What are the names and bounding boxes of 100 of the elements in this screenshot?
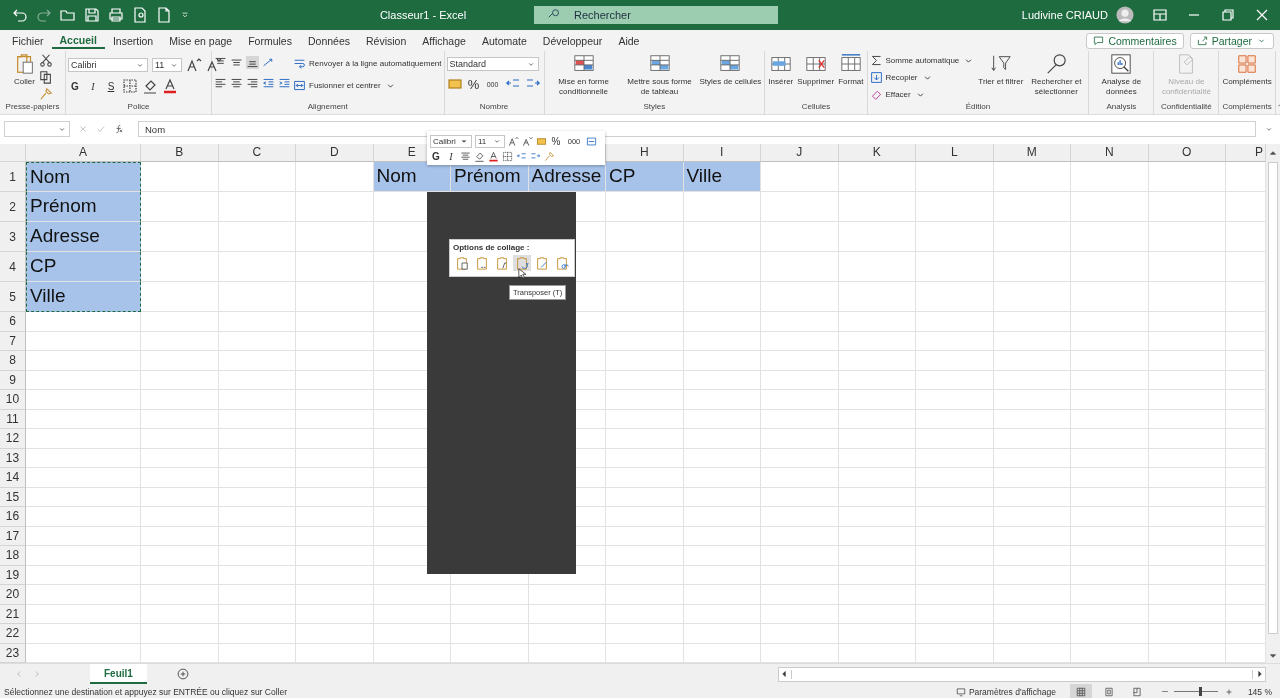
grid-cell[interactable] <box>761 507 839 527</box>
grid-cell[interactable] <box>296 546 374 566</box>
font-color-icon[interactable] <box>162 78 178 94</box>
font-size-field[interactable]: 11 <box>475 134 505 148</box>
grid-cell[interactable] <box>218 429 296 449</box>
style-button[interactable]: I <box>86 80 100 92</box>
normal-view-button[interactable] <box>1069 684 1092 698</box>
scissors-icon[interactable] <box>38 53 53 67</box>
borders-icon[interactable] <box>502 150 513 162</box>
grid-cell[interactable] <box>296 312 374 332</box>
grid-cell[interactable] <box>838 429 916 449</box>
scroll-up-icon[interactable] <box>1268 148 1278 158</box>
row-header[interactable]: 6 <box>0 312 26 332</box>
grid-cell[interactable] <box>141 585 219 605</box>
grid-cell[interactable] <box>26 604 141 624</box>
grid-cell[interactable] <box>916 546 994 566</box>
customize-caret-icon[interactable] <box>180 10 190 20</box>
grid-cell[interactable] <box>761 409 839 429</box>
borders-icon[interactable] <box>122 78 138 94</box>
grid-cell[interactable] <box>761 585 839 605</box>
ribbon-tab[interactable]: Fichier <box>4 32 52 49</box>
grid-cell[interactable] <box>296 162 374 192</box>
merge-cells-icon[interactable] <box>586 135 597 147</box>
grid-cell[interactable] <box>761 312 839 332</box>
grid-cell[interactable] <box>993 222 1071 252</box>
name-box[interactable] <box>4 121 70 137</box>
grid-cell[interactable] <box>1071 585 1149 605</box>
grid-cell[interactable] <box>373 624 451 644</box>
scroll-down-icon[interactable] <box>1268 651 1278 661</box>
grid-cell[interactable] <box>141 282 219 312</box>
fill-bucket-icon[interactable] <box>474 150 485 162</box>
grid-cell[interactable] <box>606 192 684 222</box>
grid-cell[interactable] <box>296 448 374 468</box>
scroll-thumb[interactable] <box>1268 162 1278 634</box>
grid-cell[interactable] <box>993 331 1071 351</box>
grid-cell[interactable] <box>993 448 1071 468</box>
grid-cell[interactable] <box>141 390 219 410</box>
decrease-decimal-icon[interactable] <box>516 150 527 162</box>
grid-cell[interactable] <box>838 585 916 605</box>
grid-cell[interactable] <box>296 604 374 624</box>
grid-cell[interactable] <box>606 331 684 351</box>
grid-cell[interactable] <box>761 162 839 192</box>
grid-cell[interactable] <box>451 604 529 624</box>
increase-indent-icon[interactable] <box>278 77 291 90</box>
grid-cell[interactable] <box>218 331 296 351</box>
grid-cell[interactable] <box>141 252 219 282</box>
grid-cell[interactable] <box>761 252 839 282</box>
percent-button[interactable]: % <box>550 135 562 147</box>
grid-cell[interactable] <box>1148 351 1226 371</box>
align-center-icon[interactable] <box>230 77 243 90</box>
check-icon[interactable] <box>96 124 106 134</box>
grid-cell[interactable] <box>683 409 761 429</box>
grid-cell[interactable] <box>993 546 1071 566</box>
grid-cell[interactable] <box>26 331 141 351</box>
grid-cell[interactable] <box>761 487 839 507</box>
grid-cell[interactable] <box>606 282 684 312</box>
grid-cell[interactable] <box>1148 222 1226 252</box>
paste-option-button[interactable] <box>513 255 531 271</box>
grid-cell[interactable] <box>683 331 761 351</box>
grid-cell[interactable] <box>916 448 994 468</box>
grid-cell[interactable] <box>218 565 296 585</box>
grid-cell[interactable] <box>528 604 606 624</box>
row-header[interactable]: 4 <box>0 252 26 282</box>
grid-cell[interactable] <box>141 604 219 624</box>
row-header[interactable]: 20 <box>0 585 26 605</box>
number-format-field[interactable]: Standard <box>446 57 539 71</box>
font-color-icon[interactable] <box>488 150 499 162</box>
grid-cell[interactable] <box>683 604 761 624</box>
accounting-icon[interactable] <box>446 76 463 92</box>
grid-cell[interactable] <box>683 351 761 371</box>
grid-cell[interactable] <box>26 409 141 429</box>
font-field[interactable]: Calibri <box>68 58 148 72</box>
grid-cell[interactable] <box>683 252 761 282</box>
grid-cell[interactable] <box>916 312 994 332</box>
row-header[interactable]: 12 <box>0 429 26 449</box>
grid-cell[interactable] <box>141 312 219 332</box>
grid-cell[interactable] <box>916 585 994 605</box>
grid-cell[interactable] <box>1071 409 1149 429</box>
grid-cell[interactable] <box>218 312 296 332</box>
grid-cell[interactable] <box>683 507 761 527</box>
grid-cell[interactable] <box>26 448 141 468</box>
grid-cell[interactable] <box>26 429 141 449</box>
grid-cell[interactable] <box>1071 282 1149 312</box>
grid-cell[interactable] <box>1148 252 1226 282</box>
grid-cell[interactable] <box>761 526 839 546</box>
grid-cell[interactable] <box>838 546 916 566</box>
grid-cell[interactable] <box>993 429 1071 449</box>
grid-cell[interactable] <box>761 192 839 222</box>
grid-cell[interactable] <box>916 252 994 282</box>
grid-cell[interactable] <box>218 192 296 222</box>
style-button[interactable]: S <box>104 80 118 92</box>
restore-icon[interactable] <box>1220 7 1236 23</box>
grid-cell[interactable] <box>606 351 684 371</box>
grid-cell[interactable] <box>606 468 684 488</box>
grid-cell[interactable] <box>683 390 761 410</box>
grid-cell[interactable] <box>916 565 994 585</box>
grid-cell[interactable] <box>218 448 296 468</box>
grid-cell[interactable] <box>218 162 296 192</box>
grid-cell[interactable] <box>993 526 1071 546</box>
grid-cell[interactable] <box>373 604 451 624</box>
